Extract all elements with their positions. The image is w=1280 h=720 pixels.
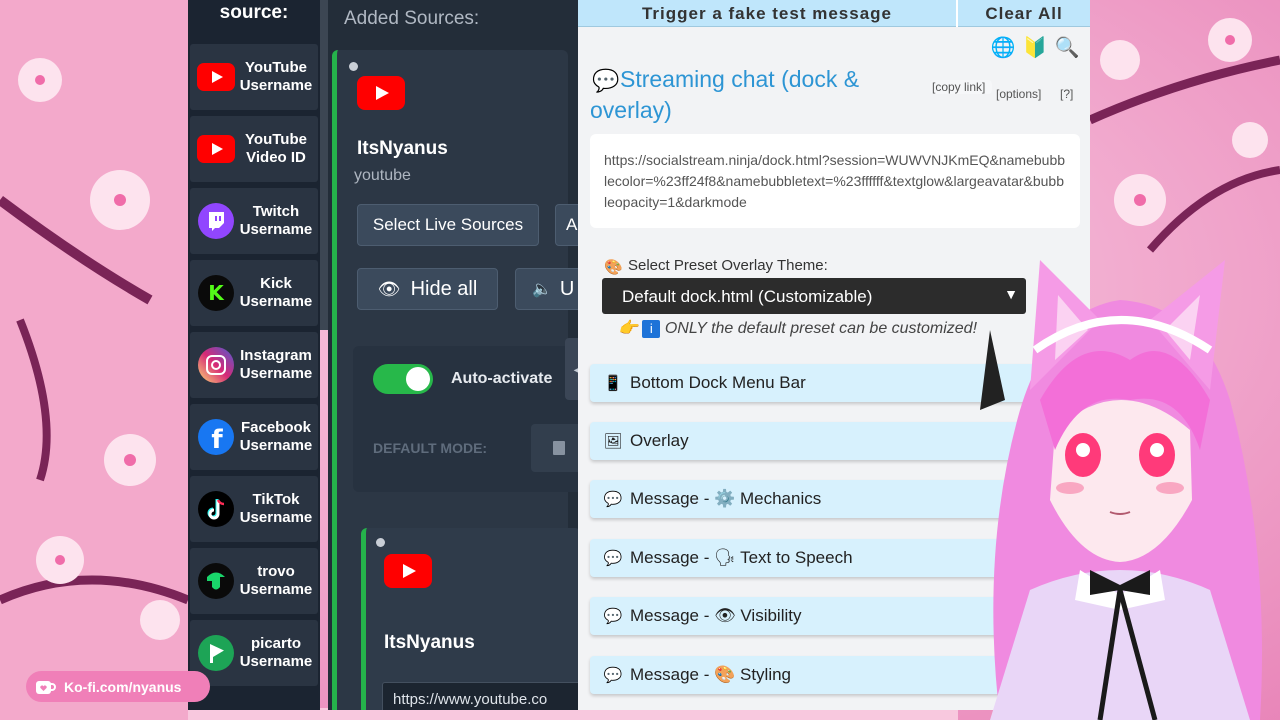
tiktok-icon bbox=[196, 489, 236, 529]
source-card-platform: youtube bbox=[354, 167, 411, 184]
source-card-youtube: ItsNyanus youtube Select Live Sources A … bbox=[332, 50, 578, 710]
source-trovo-username[interactable]: trovo Username bbox=[190, 548, 318, 614]
hide-all-label: Hide all bbox=[410, 277, 478, 300]
section-label: Message - 🎨 Styling bbox=[630, 665, 792, 684]
trigger-fake-message-button[interactable]: Trigger a fake test message bbox=[578, 0, 956, 27]
help-link[interactable]: [?] bbox=[1060, 87, 1073, 101]
kofi-badge[interactable]: Ko-fi.com/nyanus bbox=[26, 671, 210, 702]
source-picarto-username[interactable]: picarto Username bbox=[190, 620, 318, 686]
default-mode-label: DEFAULT MODE: bbox=[373, 440, 488, 456]
streaming-chat-title: Streaming chat (dock & overlay) bbox=[590, 64, 920, 126]
pointing-hand-icon: 👉 bbox=[618, 320, 638, 337]
source-settings-box: Auto-activate DEFAULT MODE: bbox=[353, 346, 578, 492]
source-list: source: YouTube Username YouTube Video I… bbox=[188, 0, 320, 710]
theme-note: 👉 i ONLY the default preset can be custo… bbox=[618, 318, 977, 338]
youtube-icon bbox=[384, 554, 432, 588]
eye-icon: 👁 bbox=[377, 278, 401, 299]
globe-icon[interactable]: 🌐 bbox=[990, 34, 1016, 60]
speech-icon: 💬 bbox=[603, 667, 623, 684]
document-icon bbox=[553, 441, 565, 455]
added-sources-panel: Added Sources: ItsNyanus youtube Select … bbox=[328, 0, 578, 710]
kofi-cup-icon bbox=[36, 680, 56, 694]
header-icons: 🌐 🔰 🔍 bbox=[990, 34, 1080, 60]
auto-activate-label: Auto-activate bbox=[451, 370, 553, 387]
theme-select-label: Select Preset Overlay Theme: bbox=[604, 257, 828, 274]
source-list-title: source: bbox=[219, 2, 289, 23]
section-label: Overlay bbox=[630, 431, 689, 450]
svg-text:K: K bbox=[208, 281, 225, 305]
youtube-icon bbox=[357, 76, 405, 110]
streaming-chat-title-text: Streaming chat (dock & overlay) bbox=[590, 66, 860, 123]
trovo-icon bbox=[196, 561, 236, 601]
source-label: Kick Username bbox=[239, 275, 313, 310]
source-label: picarto Username bbox=[239, 635, 313, 670]
section-label: Message - 🗣 Text to Speech bbox=[630, 548, 853, 567]
added-sources-title: Added Sources: bbox=[344, 8, 480, 29]
speaker-icon: 🔈 bbox=[532, 281, 552, 298]
speech-icon: 💬 bbox=[603, 608, 623, 625]
source-label: YouTube Username bbox=[239, 59, 313, 94]
status-dot bbox=[376, 538, 385, 547]
clear-all-button[interactable]: Clear All bbox=[958, 0, 1090, 27]
theme-select-value: Default dock.html (Customizable) bbox=[622, 287, 873, 306]
kofi-label: Ko-fi.com/nyanus bbox=[64, 678, 182, 695]
source-card-youtube-2: ItsNyanus https://www.youtube.co bbox=[361, 528, 578, 710]
overflow-button[interactable]: A bbox=[555, 204, 578, 246]
svg-text:f: f bbox=[211, 425, 223, 455]
source-card-name: ItsNyanus bbox=[357, 138, 448, 159]
source-label: Twitch Username bbox=[239, 203, 313, 238]
facebook-icon: f bbox=[196, 417, 236, 457]
auto-activate-toggle[interactable] bbox=[373, 364, 433, 394]
source-youtube-username[interactable]: YouTube Username bbox=[190, 44, 318, 110]
youtube-icon bbox=[196, 129, 236, 169]
speech-icon: 💬 bbox=[603, 491, 623, 508]
theme-note-text: ONLY the default preset can be customize… bbox=[664, 320, 978, 337]
search-icon[interactable]: 🔍 bbox=[1054, 34, 1080, 60]
source-label: YouTube Video ID bbox=[245, 131, 307, 166]
info-icon: i bbox=[642, 320, 661, 338]
source-list-scrollbar[interactable] bbox=[320, 0, 328, 330]
instagram-icon bbox=[196, 345, 236, 385]
unmute-label: U bbox=[559, 277, 575, 300]
unmute-button[interactable]: 🔈 U bbox=[515, 268, 578, 310]
source-instagram-username[interactable]: Instagram Username bbox=[190, 332, 318, 398]
source-label: Instagram Username bbox=[239, 347, 313, 382]
top-action-bar: Trigger a fake test message Clear All bbox=[578, 0, 1090, 27]
theme-select-label-text: Select Preset Overlay Theme: bbox=[628, 257, 828, 274]
beginner-icon[interactable]: 🔰 bbox=[1022, 34, 1048, 60]
picture-icon: 🖼 bbox=[603, 433, 623, 450]
source-label: TikTok Username bbox=[239, 491, 313, 526]
section-label: Message - ⚙️ Mechanics bbox=[630, 489, 822, 508]
twitch-icon bbox=[196, 201, 236, 241]
copy-link-button[interactable]: [copy link] bbox=[930, 80, 992, 94]
source-twitch-username[interactable]: Twitch Username bbox=[190, 188, 318, 254]
status-dot bbox=[349, 62, 358, 71]
default-mode-select[interactable] bbox=[531, 424, 578, 472]
source-label: trovo Username bbox=[239, 563, 313, 598]
section-label: Message - 👁 Visibility bbox=[630, 606, 802, 625]
hide-all-button[interactable]: 👁 Hide all bbox=[357, 268, 498, 310]
youtube-icon bbox=[196, 57, 236, 97]
options-link[interactable]: [options] bbox=[996, 87, 1041, 101]
source-tiktok-username[interactable]: TikTok Username bbox=[190, 476, 318, 542]
phone-icon: 📱 bbox=[603, 375, 623, 392]
select-live-sources-button[interactable]: Select Live Sources bbox=[357, 204, 539, 246]
picarto-icon bbox=[196, 633, 236, 673]
source-youtube-video-id[interactable]: YouTube Video ID bbox=[190, 116, 318, 182]
section-label: Bottom Dock Menu Bar bbox=[630, 373, 806, 392]
speech-icon: 💬 bbox=[603, 550, 623, 567]
dock-url-box[interactable]: https://socialstream.ninja/dock.html?ses… bbox=[590, 134, 1080, 228]
source-label: Facebook Username bbox=[239, 419, 313, 454]
video-url-input[interactable]: https://www.youtube.co bbox=[382, 682, 578, 710]
source-kick-username[interactable]: K Kick Username bbox=[190, 260, 318, 326]
source-card-name: ItsNyanus bbox=[384, 632, 475, 653]
source-facebook-username[interactable]: f Facebook Username bbox=[190, 404, 318, 470]
vtuber-avatar bbox=[980, 260, 1262, 720]
kick-icon: K bbox=[196, 273, 236, 313]
